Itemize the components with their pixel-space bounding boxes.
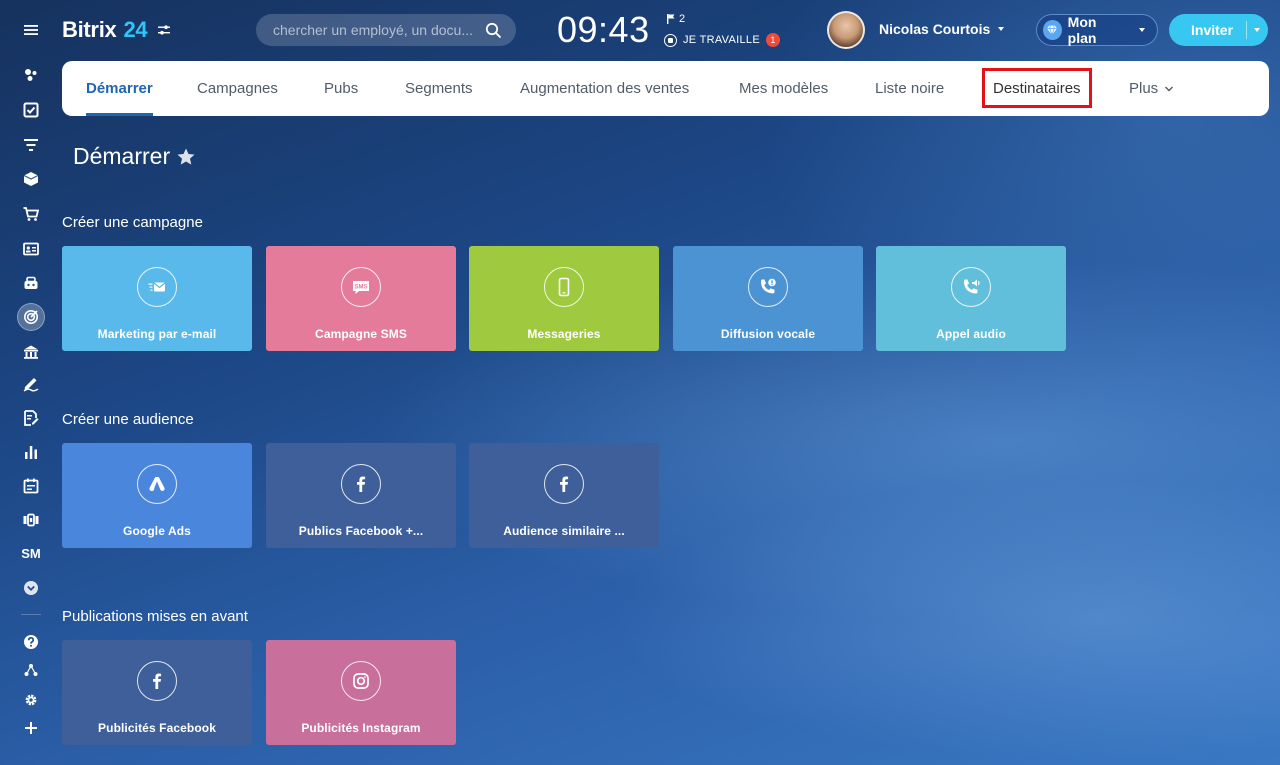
card-label: Marketing par e-mail <box>97 327 217 341</box>
tab-plus[interactable]: Plus <box>1129 61 1174 116</box>
card-audio-call[interactable]: Appel audio <box>876 246 1066 351</box>
left-sidebar: SM <box>0 0 62 765</box>
filter-icon[interactable] <box>16 133 46 157</box>
bitrix24-logo[interactable]: Bitrix 24 <box>62 17 171 43</box>
card-instagram-ads[interactable]: Publicités Instagram <box>266 640 456 745</box>
tab-liste-noire[interactable]: Liste noire <box>875 61 944 116</box>
google-ads-icon <box>137 464 177 504</box>
search-icon[interactable] <box>485 22 502 39</box>
chevron-down-icon <box>1165 86 1174 91</box>
tab-plus-label: Plus <box>1129 80 1159 97</box>
star-icon[interactable] <box>176 147 196 167</box>
card-facebook-audience[interactable]: Publics Facebook +... <box>266 443 456 548</box>
invite-button[interactable]: Inviter <box>1169 14 1268 46</box>
sidebar-divider <box>21 614 41 615</box>
user-menu[interactable]: Nicolas Courtois <box>879 21 1005 37</box>
card-lookalike-audience[interactable]: Audience similaire ... <box>469 443 659 548</box>
logo-name: Bitrix <box>62 17 117 42</box>
phone-device-icon <box>544 267 584 307</box>
search-bar[interactable] <box>256 14 516 46</box>
sm-label[interactable]: SM <box>16 541 46 565</box>
marketing-tabs: Démarrer Campagnes Pubs Segments Augment… <box>62 61 1269 116</box>
plus-icon[interactable] <box>16 716 46 740</box>
logo-number: 24 <box>123 17 148 42</box>
sms-icon: SMS <box>341 267 381 307</box>
tasks-icon[interactable] <box>16 98 46 122</box>
tune-icon[interactable] <box>157 23 171 37</box>
target-icon[interactable] <box>17 303 45 331</box>
card-facebook-ads[interactable]: Publicités Facebook <box>62 640 252 745</box>
page-title-text: Démarrer <box>73 143 171 169</box>
tab-destinataires[interactable]: Destinataires <box>982 68 1092 108</box>
card-label: Publics Facebook +... <box>298 524 424 538</box>
stop-icon <box>664 33 677 47</box>
invite-separator <box>1246 21 1247 39</box>
calendar-list-icon[interactable] <box>16 474 46 498</box>
section-title-promoted: Publications mises en avant <box>62 608 248 625</box>
chart-icon[interactable] <box>16 440 46 464</box>
clock-time[interactable]: 09:43 <box>557 9 650 51</box>
document-edit-icon[interactable] <box>16 406 46 430</box>
card-label: Publicités Facebook <box>98 721 216 735</box>
user-name: Nicolas Courtois <box>879 21 991 37</box>
flag-count: 2 <box>679 13 686 25</box>
work-status[interactable]: JE TRAVAILLE 1 <box>664 33 780 47</box>
tab-segments[interactable]: Segments <box>405 61 473 116</box>
section-title-audience: Créer une audience <box>62 411 194 428</box>
work-status-badge: 1 <box>765 33 780 47</box>
card-voice-broadcast[interactable]: Diffusion vocale <box>673 246 863 351</box>
chevron-down-icon <box>1139 28 1145 32</box>
card-label: Publicités Instagram <box>301 721 421 735</box>
voice-broadcast-icon <box>748 267 788 307</box>
robot-icon[interactable] <box>16 271 46 295</box>
flag-icon <box>667 14 675 24</box>
contact-card-icon[interactable] <box>16 237 46 261</box>
card-email-marketing[interactable]: Marketing par e-mail <box>62 246 252 351</box>
video-icon[interactable] <box>16 508 46 532</box>
network-icon[interactable] <box>16 658 46 682</box>
menu-icon[interactable] <box>16 18 46 42</box>
tab-augmentation-ventes[interactable]: Augmentation des ventes <box>520 61 689 116</box>
card-google-ads[interactable]: Google Ads <box>62 443 252 548</box>
svg-text:SMS: SMS <box>354 285 367 291</box>
card-sms-campaign[interactable]: SMS Campagne SMS <box>266 246 456 351</box>
diamond-icon <box>1043 20 1062 40</box>
card-messageries[interactable]: Messageries <box>469 246 659 351</box>
card-label: Appel audio <box>936 327 1006 341</box>
search-input[interactable] <box>273 22 473 38</box>
chevron-down-icon[interactable] <box>1254 28 1260 32</box>
card-label: Diffusion vocale <box>720 327 816 341</box>
sign-icon[interactable] <box>16 372 46 396</box>
facebook-icon <box>137 661 177 701</box>
card-label: Messageries <box>527 327 601 341</box>
tab-campagnes[interactable]: Campagnes <box>197 61 278 116</box>
section-title-campaign: Créer une campagne <box>62 214 203 231</box>
work-status-label: JE TRAVAILLE <box>683 34 760 46</box>
card-label: Campagne SMS <box>315 327 407 341</box>
my-plan-button[interactable]: Mon plan <box>1036 14 1158 46</box>
bank-icon[interactable] <box>16 340 46 364</box>
instagram-icon <box>341 661 381 701</box>
tab-demarrer[interactable]: Démarrer <box>86 61 153 116</box>
tab-mes-modeles[interactable]: Mes modèles <box>739 61 828 116</box>
audio-call-icon <box>951 267 991 307</box>
flag-counter[interactable]: 2 <box>667 13 685 25</box>
card-label: Google Ads <box>123 524 191 538</box>
tab-pubs[interactable]: Pubs <box>324 61 358 116</box>
page-title: Démarrer <box>73 143 196 170</box>
invite-label: Inviter <box>1191 22 1234 38</box>
email-icon <box>137 267 177 307</box>
activity-icon[interactable] <box>16 63 46 87</box>
gear-icon[interactable] <box>16 688 46 712</box>
my-plan-label: Mon plan <box>1067 14 1097 46</box>
facebook-icon <box>341 464 381 504</box>
cart-icon[interactable] <box>16 202 46 226</box>
box-icon[interactable] <box>16 167 46 191</box>
chevron-down-icon <box>998 27 1005 31</box>
chevron-down-circle-icon[interactable] <box>16 576 46 600</box>
facebook-icon <box>544 464 584 504</box>
help-icon[interactable] <box>16 630 46 654</box>
card-label: Audience similaire ... <box>503 524 625 538</box>
user-avatar[interactable] <box>827 11 865 49</box>
